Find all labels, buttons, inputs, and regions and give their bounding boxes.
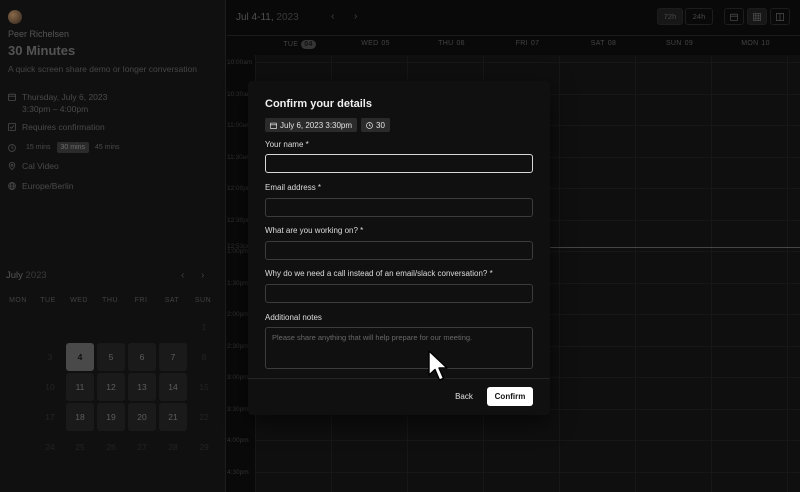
email-input[interactable] — [265, 198, 533, 217]
why-call-label: Why do we need a call instead of an emai… — [265, 269, 493, 278]
dialog-footer-divider — [248, 378, 550, 379]
working-on-label: What are you working on? * — [265, 226, 364, 235]
confirm-details-dialog: Confirm your details July 6, 2023 3:30pm… — [248, 81, 550, 415]
email-label: Email address * — [265, 183, 322, 192]
name-label: Your name * — [265, 140, 309, 149]
clock-icon — [366, 121, 373, 129]
why-call-input[interactable] — [265, 284, 533, 303]
date-chip-label: July 6, 2023 3:30pm — [280, 120, 353, 130]
back-button[interactable]: Back — [449, 387, 479, 405]
name-input[interactable] — [265, 154, 533, 173]
notes-textarea[interactable] — [265, 327, 533, 369]
confirm-button[interactable]: Confirm — [487, 387, 533, 406]
mouse-pointer-icon — [428, 350, 448, 381]
duration-chip-label: 30 — [376, 120, 385, 130]
notes-label: Additional notes — [265, 313, 322, 322]
date-chip: July 6, 2023 3:30pm — [265, 118, 358, 132]
calendar-icon — [270, 122, 277, 129]
dialog-title: Confirm your details — [265, 98, 372, 110]
duration-chip: 30 — [361, 118, 390, 132]
working-on-input[interactable] — [265, 241, 533, 260]
